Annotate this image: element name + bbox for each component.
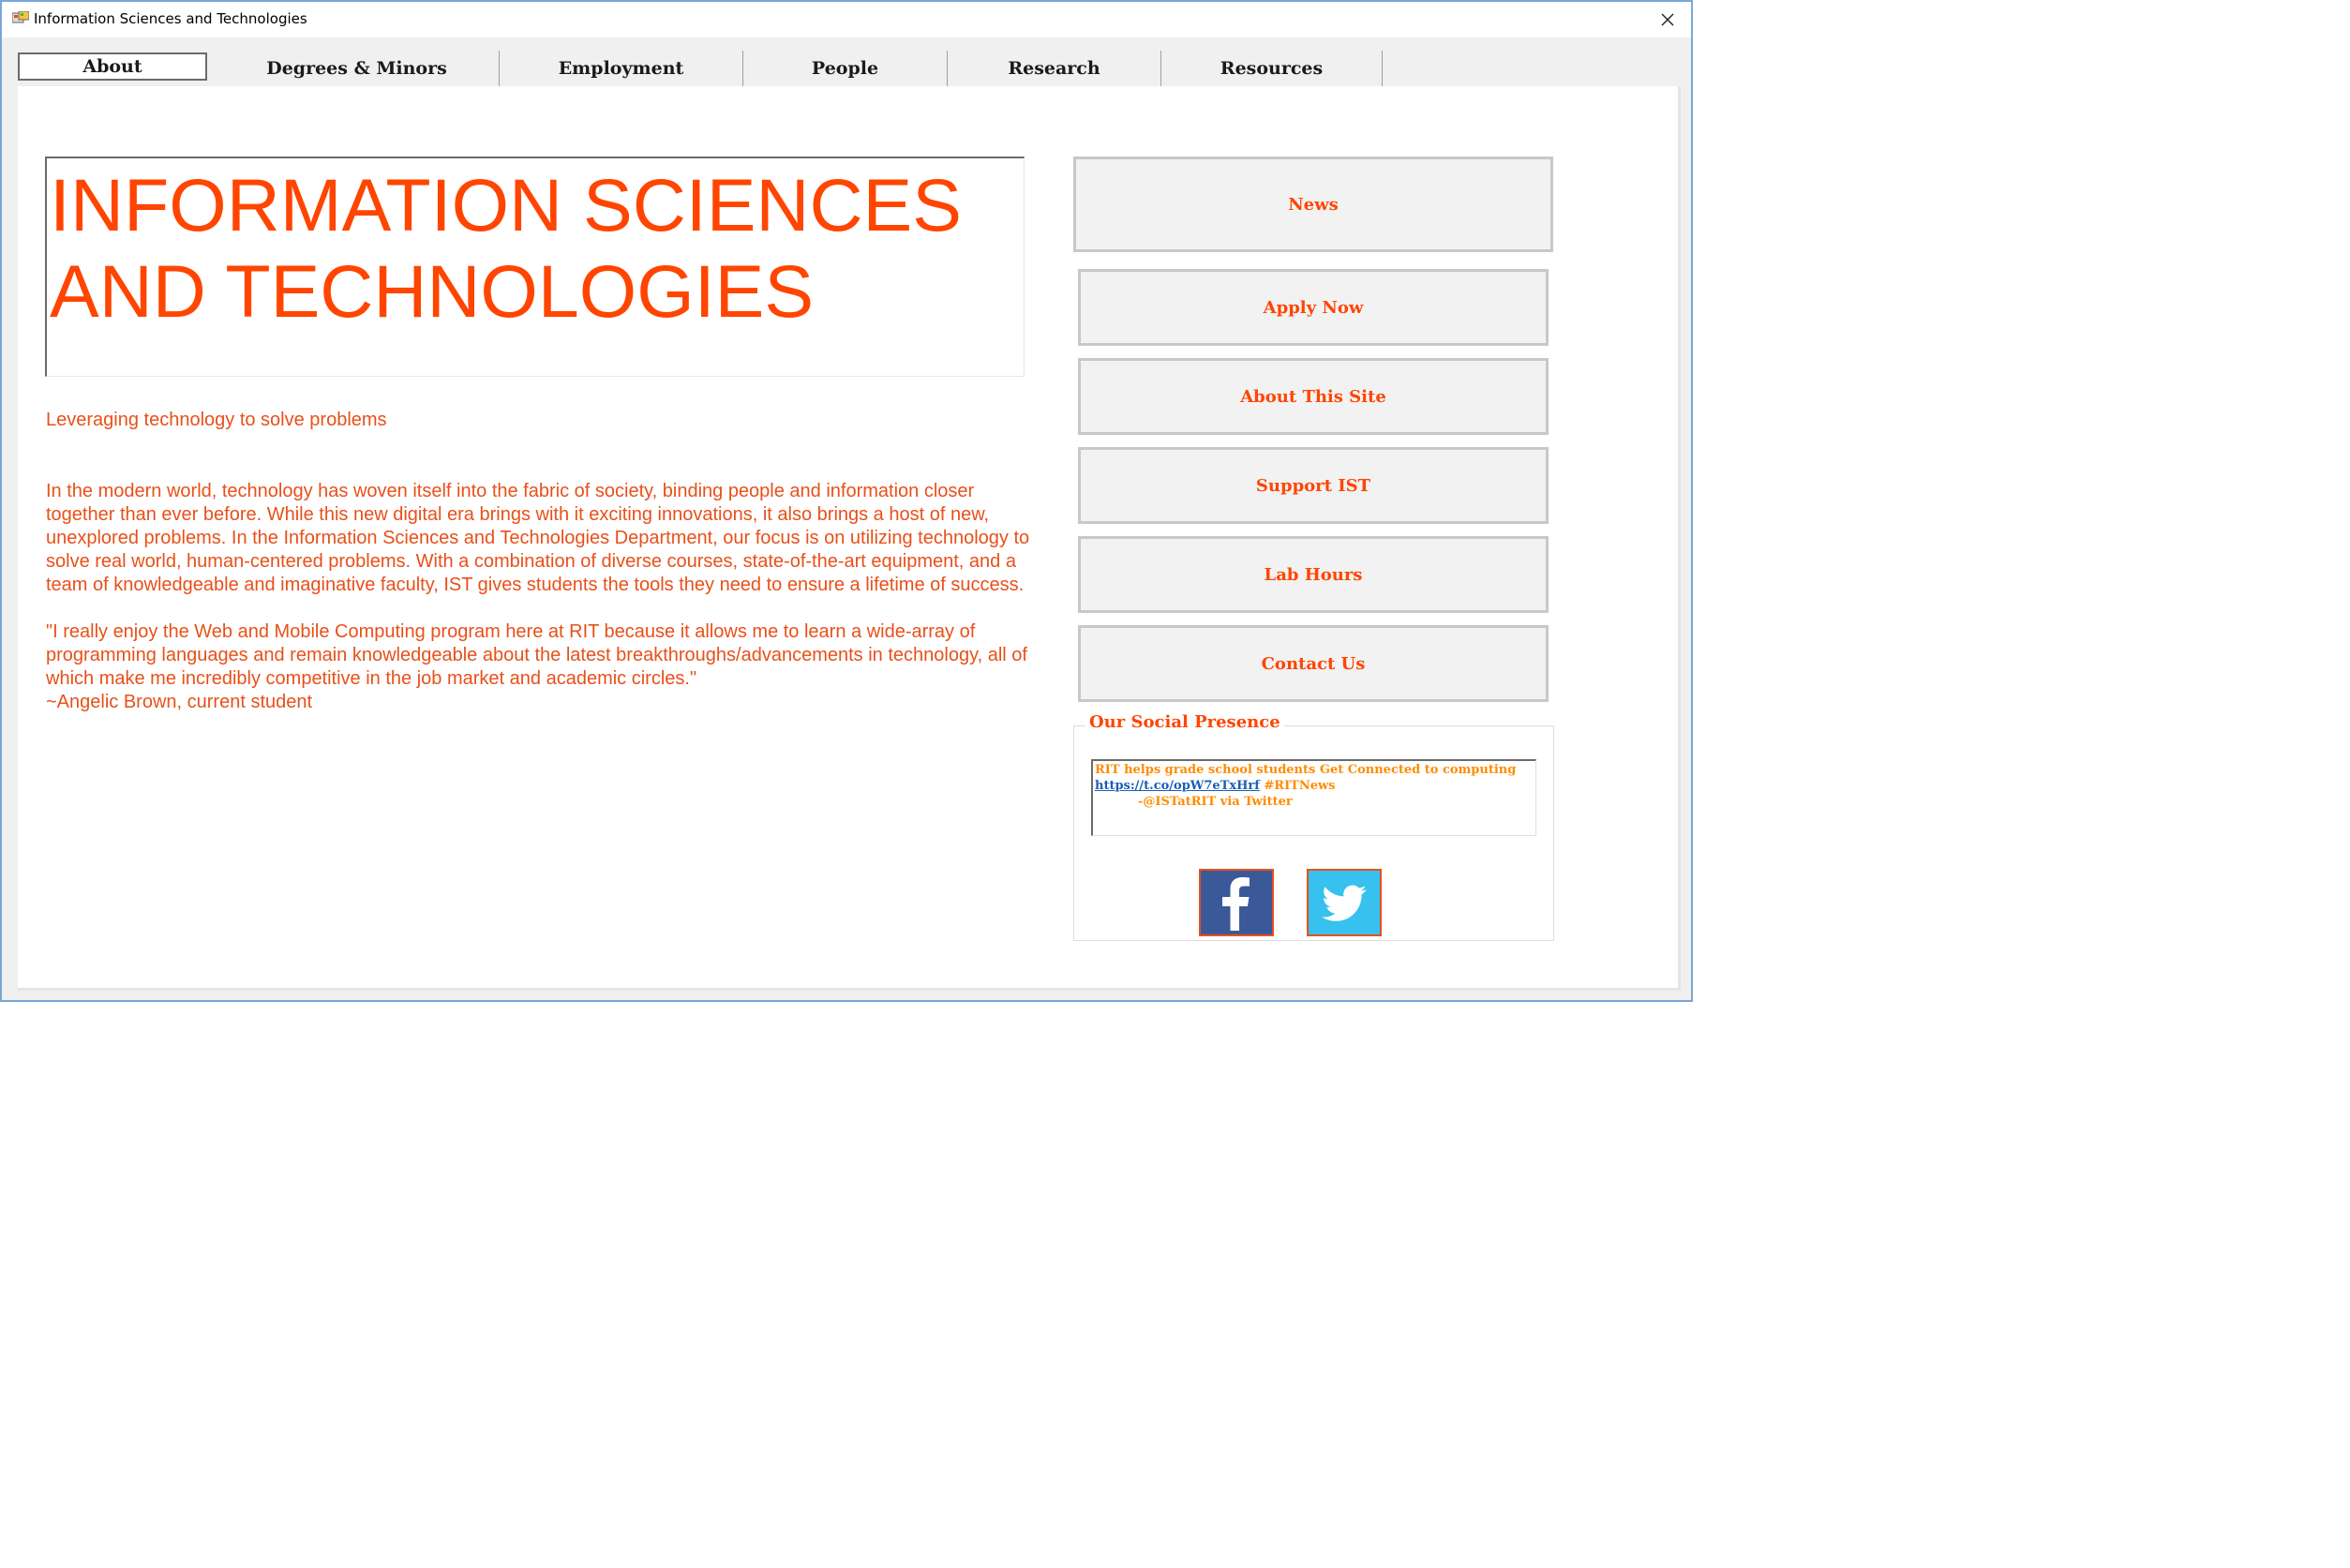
tab-strip: About Degrees & Minors Employment People… [18, 51, 1681, 86]
apply-now-button[interactable]: Apply Now [1078, 269, 1549, 346]
page-heading: INFORMATION SCIENCES AND TECHNOLOGIES [50, 163, 962, 333]
tab-employment[interactable]: Employment [500, 51, 743, 86]
tab-degrees-minors[interactable]: Degrees & Minors [215, 51, 500, 86]
tab-resources[interactable]: Resources [1161, 51, 1383, 86]
close-button[interactable] [1644, 2, 1691, 37]
close-icon [1661, 13, 1674, 26]
tweet-text: RIT helps grade school students Get Conn… [1095, 763, 1517, 777]
about-page: INFORMATION SCIENCES AND TECHNOLOGIES Le… [18, 86, 1681, 991]
app-icon [12, 11, 29, 23]
lab-hours-button[interactable]: Lab Hours [1078, 536, 1549, 613]
tab-about[interactable]: About [18, 52, 207, 81]
twitter-icon[interactable] [1307, 869, 1382, 936]
student-quote: "I really enjoy the Web and Mobile Compu… [46, 621, 1027, 712]
contact-us-button[interactable]: Contact Us [1078, 625, 1549, 702]
support-ist-button[interactable]: Support IST [1078, 447, 1549, 524]
window-title: Information Sciences and Technologies [34, 10, 307, 27]
tweet-hashtag: #RITNews [1264, 779, 1336, 793]
facebook-logo [1222, 877, 1250, 931]
tweet-link[interactable]: https://t.co/opW7eTxHrf [1095, 779, 1260, 793]
tweet-author: -@ISTatRIT via Twitter [1138, 795, 1293, 809]
facebook-icon[interactable] [1199, 869, 1274, 936]
about-this-site-button[interactable]: About This Site [1078, 358, 1549, 435]
tab-research[interactable]: Research [948, 51, 1161, 86]
description-text: In the modern world, technology has wove… [46, 481, 1030, 595]
tagline: Leveraging technology to solve problems [46, 410, 387, 430]
twitter-bird-logo [1322, 885, 1367, 921]
news-button[interactable]: News [1073, 157, 1553, 252]
tweet-box[interactable]: RIT helps grade school students Get Conn… [1091, 759, 1536, 836]
heading-textbox: INFORMATION SCIENCES AND TECHNOLOGIES [45, 157, 1025, 377]
app-window: Information Sciences and Technologies Ab… [0, 0, 1693, 1002]
title-bar: Information Sciences and Technologies [2, 2, 1691, 37]
tab-people[interactable]: People [743, 51, 948, 86]
social-presence-legend: Our Social Presence [1085, 712, 1284, 732]
